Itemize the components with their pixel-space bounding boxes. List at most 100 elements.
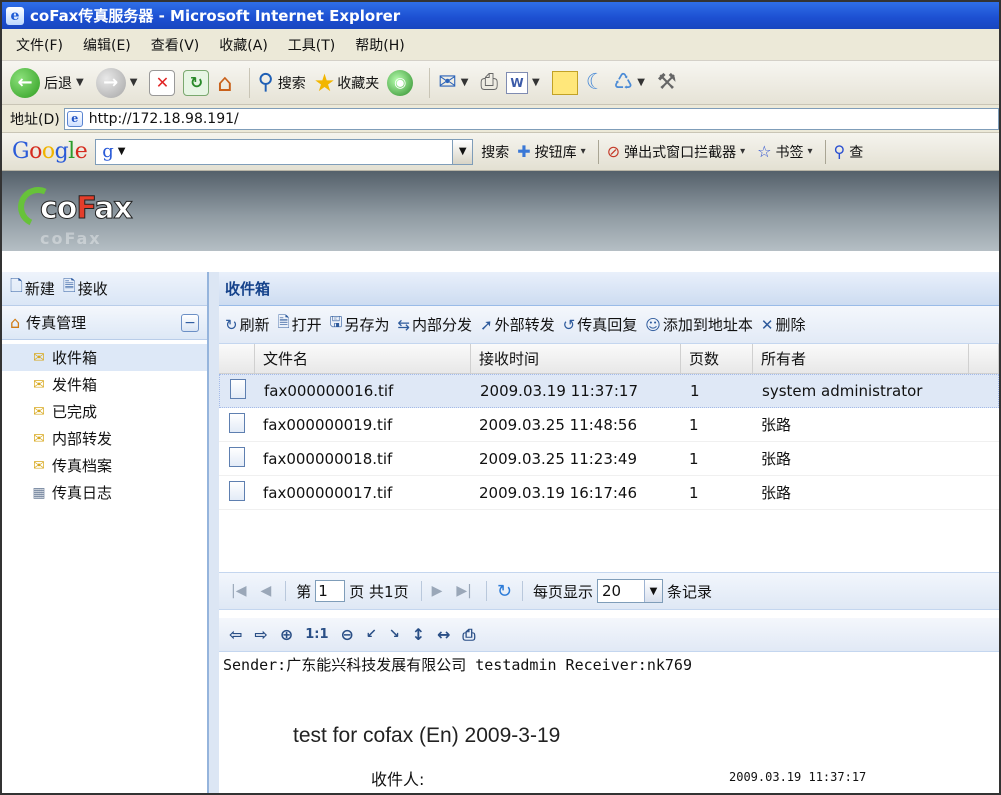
print-button[interactable]: ⎙ [480, 70, 498, 95]
menu-tools[interactable]: 工具(T) [288, 35, 335, 55]
header-pages[interactable]: 页数 [681, 344, 753, 373]
forward-button[interactable]: → ▼ [95, 67, 142, 98]
page-size-value: 20 [601, 582, 622, 600]
actual-size-icon[interactable]: 1:1 [305, 627, 328, 642]
sidebar-item-label: 内部转发 [52, 430, 113, 448]
chevron-down-icon[interactable]: ▼ [461, 77, 469, 88]
search-button[interactable]: ⚲ 搜索 [258, 70, 306, 95]
refresh-action-button[interactable]: ↻ 刷新 [225, 314, 270, 335]
refresh-button[interactable]: ↻ [183, 69, 210, 96]
outbox-folder-icon: ✉ [33, 376, 45, 393]
delete-button[interactable]: ✕ 删除 [761, 314, 806, 335]
chevron-down-icon[interactable]: ▼ [532, 77, 540, 88]
bookmarks-button[interactable]: ☆ 书签 ▾ [757, 142, 816, 162]
sidebar-item-inbox[interactable]: ✉ 收件箱 [2, 344, 207, 371]
edit-button[interactable]: W ▼ [506, 71, 544, 94]
stop-icon: ✕ [149, 69, 176, 96]
rotate-right-icon[interactable]: ↘ [389, 627, 400, 642]
chevron-down-icon[interactable]: ▼ [643, 580, 662, 602]
open-action-button[interactable]: 🗎 打开 [278, 312, 322, 337]
page-number-input[interactable]: 1 [315, 580, 346, 602]
fax-management-header[interactable]: ⌂ 传真管理 − [2, 306, 207, 340]
sidebar-item-internal-forward[interactable]: ✉ 内部转发 [2, 425, 207, 452]
sidebar-item-outbox[interactable]: ✉ 发件箱 [2, 371, 207, 398]
table-row[interactable]: fax000000017.tif 2009.03.19 16:17:46 1 张… [219, 476, 999, 510]
new-button[interactable]: 🗋 新建 [10, 275, 55, 302]
media-button[interactable]: ◉ [387, 69, 414, 96]
chevron-down-icon[interactable]: ▾ [740, 146, 745, 157]
external-forward-button[interactable]: ➚ 外部转发 [480, 314, 555, 335]
ie-icon: e [6, 6, 24, 25]
address-input[interactable]: e http://172.18.98.191/ [63, 107, 999, 130]
rotate-left-icon[interactable]: ↙ [366, 627, 377, 642]
media-icon: ◉ [387, 69, 414, 96]
header-file-name[interactable]: 文件名 [255, 344, 471, 373]
save-as-action-button[interactable]: 🖫 另存为 [330, 312, 390, 337]
header-owner[interactable]: 所有者 [753, 344, 969, 373]
internal-distribute-button[interactable]: ⇆ 内部分发 [397, 314, 472, 335]
header-extra[interactable] [969, 344, 999, 373]
first-page-icon[interactable]: |◀ [231, 583, 246, 599]
fit-width-icon[interactable]: ↔ [437, 625, 450, 644]
check-button[interactable]: ⚲ 查 [834, 142, 864, 162]
chevron-down-icon[interactable]: ▼ [130, 77, 138, 88]
prev-page-icon[interactable]: ◀ [260, 583, 271, 599]
next-page-icon[interactable]: ▶ [432, 583, 443, 599]
chevron-down-icon[interactable]: ▼ [637, 77, 645, 88]
refresh-icon: ↻ [183, 69, 210, 96]
table-row[interactable]: fax000000018.tif 2009.03.25 11:23:49 1 张… [219, 442, 999, 476]
home-button[interactable]: ⌂ [217, 69, 232, 97]
popup-blocker[interactable]: ⊘ 弹出式窗口拦截器 ▾ [607, 142, 749, 162]
chevron-down-icon[interactable]: ▾ [807, 146, 812, 157]
fit-height-icon[interactable]: ↕ [412, 625, 425, 644]
fax-reply-button[interactable]: ↺ 传真回复 [563, 314, 638, 335]
content-panel: 收件箱 ↻ 刷新 🗎 打开 🖫 另存为 ⇆ 内部分发 ➚ 外部转发 ↺ 传真回复 ☺ 添加到地… [209, 272, 999, 793]
chevron-down-icon[interactable]: ▼ [76, 77, 84, 88]
forward-icon: ➚ [480, 315, 493, 334]
table-row[interactable]: fax000000016.tif 2009.03.19 11:37:17 1 s… [219, 374, 999, 408]
research-button[interactable]: ♺ ▼ [613, 70, 648, 95]
receive-button[interactable]: 🗎 接收 [63, 275, 108, 302]
google-g-icon: g [102, 141, 114, 162]
archive-folder-icon: ✉ [33, 457, 45, 474]
sidebar-item-completed[interactable]: ✉ 已完成 [2, 398, 207, 425]
menu-edit[interactable]: 编辑(E) [83, 35, 131, 55]
sidebar-item-log[interactable]: ▦ 传真日志 [2, 479, 207, 506]
action-label: 传真回复 [577, 316, 638, 334]
back-arrow-icon: ← [10, 67, 40, 98]
google-search-input[interactable]: g ▼ ▼ [95, 138, 474, 165]
favorites-button[interactable]: ★ 收藏夹 [314, 69, 380, 97]
messenger-button[interactable]: ☾ [586, 70, 606, 95]
action-toolbar: ↻ 刷新 🗎 打开 🖫 另存为 ⇆ 内部分发 ➚ 外部转发 ↺ 传真回复 ☺ 添加到地址本 ✕… [219, 306, 999, 344]
menu-view[interactable]: 查看(V) [151, 35, 200, 55]
open-icon: 🗎 [277, 313, 290, 331]
table-row[interactable]: fax000000019.tif 2009.03.25 11:48:56 1 张… [219, 408, 999, 442]
pager-refresh-icon[interactable]: ↻ [497, 581, 512, 602]
menu-file[interactable]: 文件(F) [16, 35, 63, 55]
next-page-arrow-icon[interactable]: ⇨ [254, 625, 267, 644]
prev-page-arrow-icon[interactable]: ⇦ [229, 625, 242, 644]
zoom-in-icon[interactable]: ⊕ [280, 625, 293, 644]
stop-button[interactable]: ✕ [149, 69, 176, 96]
dropdown-arrow-icon[interactable]: ▼ [452, 139, 473, 164]
last-page-icon[interactable]: ▶| [456, 583, 471, 599]
fax-title: test for cofax (En) 2009-3-19 [293, 724, 561, 747]
menu-favorites[interactable]: 收藏(A) [219, 35, 268, 55]
collapse-icon[interactable]: − [181, 313, 199, 332]
chevron-down-icon[interactable]: ▼ [118, 146, 126, 157]
add-to-address-book-button[interactable]: ☺ 添加到地址本 [645, 314, 753, 335]
button-gallery[interactable]: ✚ 按钮库 ▾ [517, 142, 589, 162]
menu-help[interactable]: 帮助(H) [355, 35, 404, 55]
print-fax-icon[interactable]: ⎙ [463, 625, 476, 645]
tools-button[interactable]: ⚒ [657, 70, 677, 95]
chevron-down-icon[interactable]: ▾ [581, 146, 586, 157]
notes-button[interactable] [551, 70, 578, 95]
mail-button[interactable]: ✉ ▼ [438, 70, 472, 95]
google-search-button[interactable]: 搜索 [481, 142, 509, 162]
zoom-out-icon[interactable]: ⊖ [341, 625, 354, 644]
document-icon [229, 412, 245, 433]
page-size-select[interactable]: 20 ▼ [596, 579, 663, 603]
back-button[interactable]: ← 后退 ▼ [10, 67, 88, 98]
sidebar-item-archive[interactable]: ✉ 传真档案 [2, 452, 207, 479]
header-received-time[interactable]: 接收时间 [471, 344, 681, 373]
